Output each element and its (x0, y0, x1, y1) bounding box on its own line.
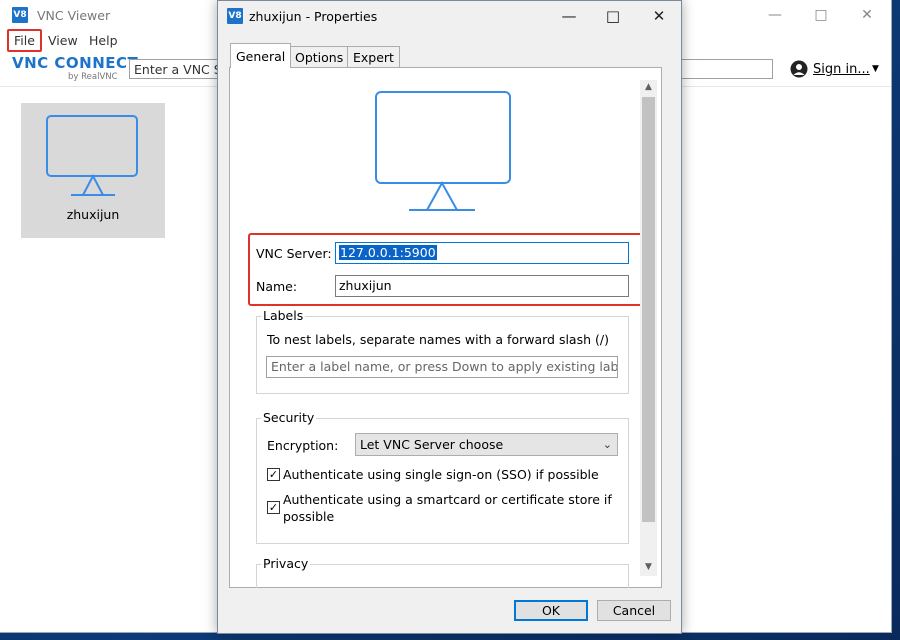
cancel-button[interactable]: Cancel (597, 600, 671, 621)
user-avatar-icon[interactable] (790, 60, 808, 78)
menu-view[interactable]: View (43, 31, 83, 50)
main-window-title: VNC Viewer (37, 8, 111, 23)
dialog-close-button[interactable]: ✕ (636, 1, 682, 31)
smartcard-checkbox[interactable]: ✓ (267, 501, 280, 514)
vnc-server-value: 127.0.0.1:5900 (339, 245, 437, 260)
scrollbar-thumb[interactable] (642, 97, 655, 522)
labels-group-title: Labels (261, 308, 306, 323)
vnc-server-input[interactable]: 127.0.0.1:5900 (335, 242, 629, 264)
smartcard-label-line1: Authenticate using a smartcard or certif… (283, 492, 612, 507)
monitor-icon (46, 115, 138, 196)
tab-general[interactable]: General (230, 43, 292, 68)
tab-expert[interactable]: Expert (347, 46, 400, 68)
maximize-button[interactable]: □ (798, 0, 844, 30)
labels-group (256, 316, 629, 394)
close-button[interactable]: ✕ (844, 0, 890, 30)
menu-help[interactable]: Help (84, 31, 123, 50)
general-tab-panel: VNC Server: 127.0.0.1:5900 Name: zhuxiju… (229, 67, 662, 588)
dialog-maximize-button[interactable]: □ (590, 1, 636, 31)
dialog-minimize-button[interactable]: — (546, 1, 592, 31)
chevron-down-icon[interactable]: ▼ (872, 64, 879, 74)
sso-checkbox[interactable]: ✓ (267, 468, 280, 481)
dialog-app-icon: V8 (227, 8, 243, 24)
minimize-button[interactable]: — (752, 0, 798, 30)
properties-dialog: V8 zhuxijun - Properties — □ ✕ General O… (217, 0, 682, 634)
sign-in-link[interactable]: Sign in... (813, 62, 870, 77)
ok-button[interactable]: OK (514, 600, 588, 621)
scroll-up-arrow-icon[interactable]: ▲ (640, 82, 657, 92)
dialog-title: zhuxijun - Properties (249, 9, 378, 24)
connection-name: zhuxijun (66, 207, 120, 222)
label-input[interactable]: Enter a label name, or press Down to app… (266, 356, 618, 378)
vnc-app-icon: V8 (12, 7, 28, 23)
search-input[interactable]: Enter a VNC Se (129, 59, 224, 79)
monitor-icon (375, 91, 511, 211)
vertical-scrollbar[interactable]: ▲ ▼ (640, 80, 657, 576)
realvnc-byline: by RealVNC (68, 72, 118, 82)
vnc-connect-logo: VNC CONNECT (12, 54, 139, 72)
smartcard-label-line2: possible (283, 509, 335, 524)
scroll-down-arrow-icon[interactable]: ▼ (640, 562, 657, 572)
encryption-label: Encryption: (267, 438, 339, 453)
encryption-value: Let VNC Server choose (360, 437, 504, 452)
encryption-select[interactable]: Let VNC Server choose ⌄ (355, 433, 618, 456)
chevron-down-icon: ⌄ (602, 438, 612, 451)
labels-hint: To nest labels, separate names with a fo… (267, 332, 609, 347)
connection-tile[interactable]: zhuxijun (21, 103, 165, 238)
tab-options[interactable]: Options (289, 46, 350, 68)
privacy-group (256, 564, 629, 588)
search-input-right-edge[interactable] (681, 59, 773, 79)
name-input[interactable]: zhuxijun (335, 275, 629, 297)
vnc-server-label: VNC Server: (256, 246, 332, 261)
menu-file[interactable]: File (7, 29, 42, 52)
security-group-title: Security (261, 410, 317, 425)
privacy-group-title: Privacy (261, 556, 311, 571)
sso-label: Authenticate using single sign-on (SSO) … (283, 467, 599, 482)
name-label: Name: (256, 279, 298, 294)
